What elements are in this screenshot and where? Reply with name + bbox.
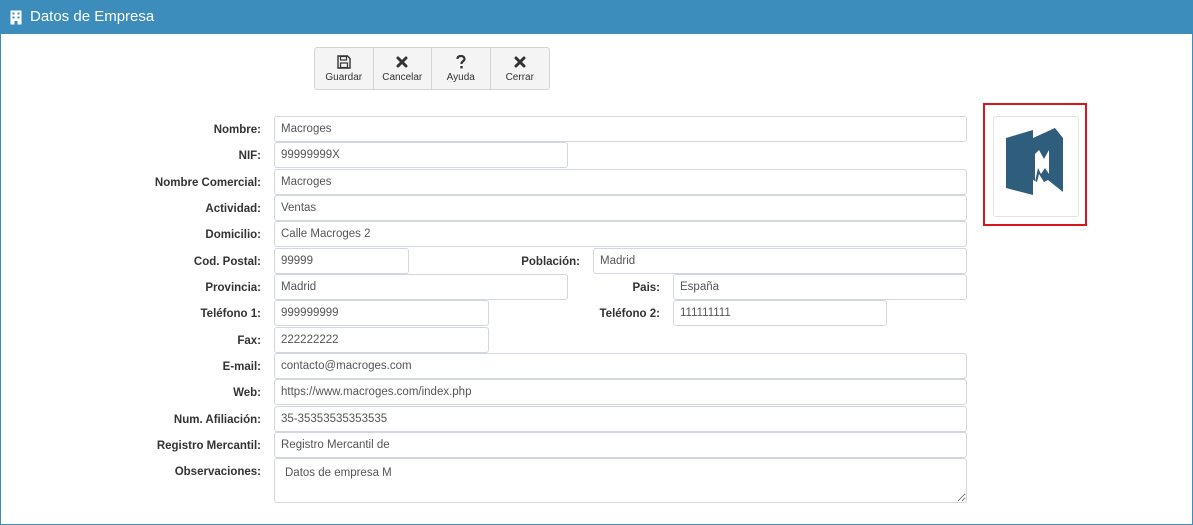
actividad-input[interactable] — [274, 195, 967, 221]
label-actividad: Actividad: — [205, 203, 261, 215]
company-data-panel: Datos de Empresa Guardar Cancelar Ayuda — [0, 0, 1193, 525]
close-icon — [514, 56, 526, 68]
label-telefono1: Teléfono 1: — [200, 308, 261, 320]
cancel-label: Cancelar — [382, 72, 423, 83]
times-icon — [396, 56, 408, 68]
label-web: Web: — [233, 387, 261, 399]
label-registro-mercantil: Registro Mercantil: — [156, 440, 261, 452]
save-icon — [337, 55, 351, 69]
provincia-input[interactable] — [274, 274, 568, 300]
num-afiliacion-input[interactable] — [274, 406, 967, 432]
building-icon — [10, 10, 22, 25]
label-observaciones: Observaciones: — [174, 466, 261, 478]
toolbar: Guardar Cancelar Ayuda Cerrar — [314, 47, 550, 90]
nif-input[interactable] — [274, 142, 568, 168]
email-input[interactable] — [274, 353, 967, 379]
pais-input[interactable] — [673, 274, 967, 300]
panel-title: Datos de Empresa — [30, 8, 155, 25]
close-button[interactable]: Cerrar — [491, 48, 550, 89]
label-nif: NIF: — [238, 150, 261, 162]
panel-header: Datos de Empresa — [1, 1, 1192, 34]
macroges-logo-icon — [1006, 128, 1063, 195]
label-cod-postal: Cod. Postal: — [193, 256, 261, 268]
label-email: E-mail: — [222, 361, 261, 373]
cod-postal-input[interactable] — [274, 248, 409, 274]
label-poblacion: Población: — [521, 256, 580, 268]
label-nombre-comercial: Nombre Comercial: — [154, 177, 261, 189]
save-label: Guardar — [325, 72, 363, 83]
domicilio-input[interactable] — [274, 221, 967, 247]
telefono2-input[interactable] — [673, 300, 887, 326]
label-pais: Pais: — [632, 282, 661, 294]
cancel-button[interactable]: Cancelar — [374, 48, 432, 89]
save-button[interactable]: Guardar — [315, 48, 374, 89]
nombre-comercial-input[interactable] — [274, 169, 967, 195]
label-nombre: Nombre: — [213, 124, 261, 136]
fax-input[interactable] — [274, 327, 489, 353]
label-provincia: Provincia: — [205, 282, 261, 294]
help-button[interactable]: Ayuda — [432, 48, 491, 89]
registro-mercantil-input[interactable] — [274, 432, 967, 458]
question-icon — [456, 55, 466, 69]
logo-highlight-frame — [983, 103, 1087, 226]
label-num-afiliacion: Num. Afiliación: — [173, 414, 261, 426]
label-domicilio: Domicilio: — [205, 229, 261, 241]
close-label: Cerrar — [505, 72, 534, 83]
poblacion-input[interactable] — [593, 248, 967, 274]
observaciones-textarea[interactable]: Datos de empresa M — [274, 458, 967, 503]
nombre-input[interactable] — [274, 116, 967, 142]
label-telefono2: Teléfono 2: — [599, 308, 660, 320]
web-input[interactable] — [274, 379, 967, 405]
help-label: Ayuda — [446, 72, 475, 83]
company-logo-box[interactable] — [993, 116, 1079, 217]
label-fax: Fax: — [237, 335, 261, 347]
telefono1-input[interactable] — [274, 300, 489, 326]
